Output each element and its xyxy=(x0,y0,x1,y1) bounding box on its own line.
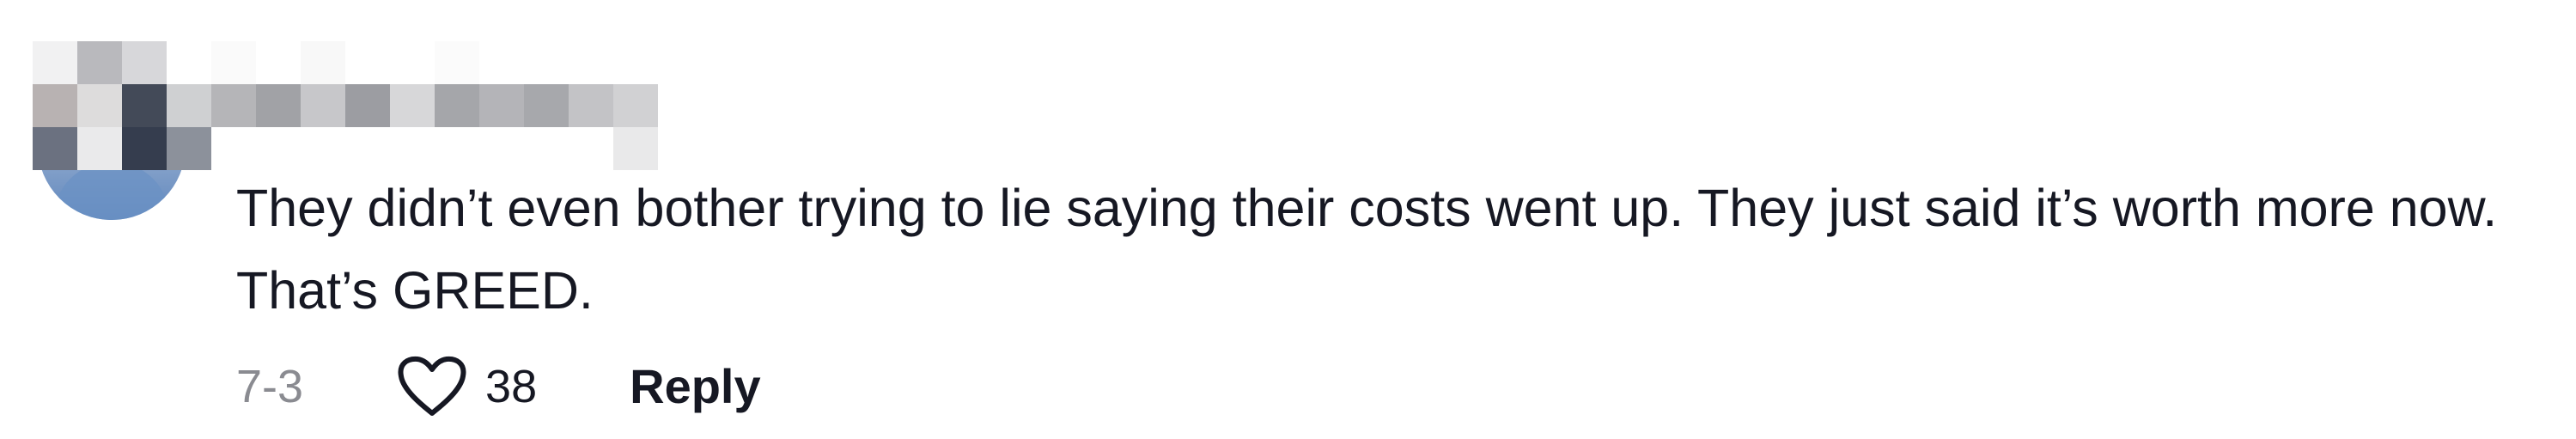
blurred-pixel xyxy=(345,41,390,84)
blurred-pixel xyxy=(613,127,658,170)
blurred-pixel xyxy=(390,84,435,127)
blurred-pixel xyxy=(33,127,77,170)
blurred-pixel xyxy=(167,41,211,84)
blurred-pixel xyxy=(569,41,613,84)
blurred-pixel xyxy=(569,127,613,170)
comment-date: 7-3 xyxy=(236,361,304,412)
blurred-pixel xyxy=(167,127,211,170)
like-count: 38 xyxy=(485,361,538,412)
blurred-pixel xyxy=(479,84,524,127)
blurred-pixel xyxy=(77,41,122,84)
blurred-pixel xyxy=(256,84,301,127)
like-button[interactable]: 38 xyxy=(396,355,537,418)
blurred-pixel xyxy=(479,127,524,170)
blurred-pixel xyxy=(613,41,658,84)
blurred-pixel xyxy=(524,84,569,127)
blurred-pixel xyxy=(435,84,479,127)
blurred-pixel xyxy=(301,84,345,127)
blurred-pixel xyxy=(211,127,256,170)
blurred-pixel xyxy=(211,41,256,84)
blurred-pixel xyxy=(77,127,122,170)
reply-button[interactable]: Reply xyxy=(630,363,761,411)
blurred-pixel xyxy=(524,127,569,170)
blurred-pixel xyxy=(122,41,167,84)
blurred-pixel xyxy=(435,127,479,170)
blurred-pixel xyxy=(524,41,569,84)
blurred-pixel xyxy=(122,84,167,127)
blurred-pixel xyxy=(167,84,211,127)
blurred-pixel xyxy=(122,127,167,170)
blurred-pixel xyxy=(569,84,613,127)
blurred-pixel xyxy=(33,84,77,127)
blurred-pixel xyxy=(613,84,658,127)
blurred-pixel xyxy=(301,127,345,170)
blurred-username xyxy=(33,41,668,170)
comment-text: They didn’t even bother trying to lie sa… xyxy=(236,179,2512,320)
blurred-pixel xyxy=(345,84,390,127)
comment-meta: 7-3 38 Reply xyxy=(236,352,761,421)
comment-card: They didn’t even bother trying to lie sa… xyxy=(0,0,2576,439)
blurred-pixel xyxy=(256,127,301,170)
blurred-pixel xyxy=(33,41,77,84)
blurred-pixel xyxy=(301,41,345,84)
blurred-pixel xyxy=(479,41,524,84)
blurred-pixel xyxy=(211,84,256,127)
heart-outline-icon xyxy=(398,356,466,416)
blurred-pixel xyxy=(390,41,435,84)
blurred-pixel xyxy=(435,41,479,84)
blurred-pixel xyxy=(256,41,301,84)
blurred-pixel xyxy=(390,127,435,170)
blurred-pixel xyxy=(77,84,122,127)
blurred-pixel xyxy=(345,127,390,170)
